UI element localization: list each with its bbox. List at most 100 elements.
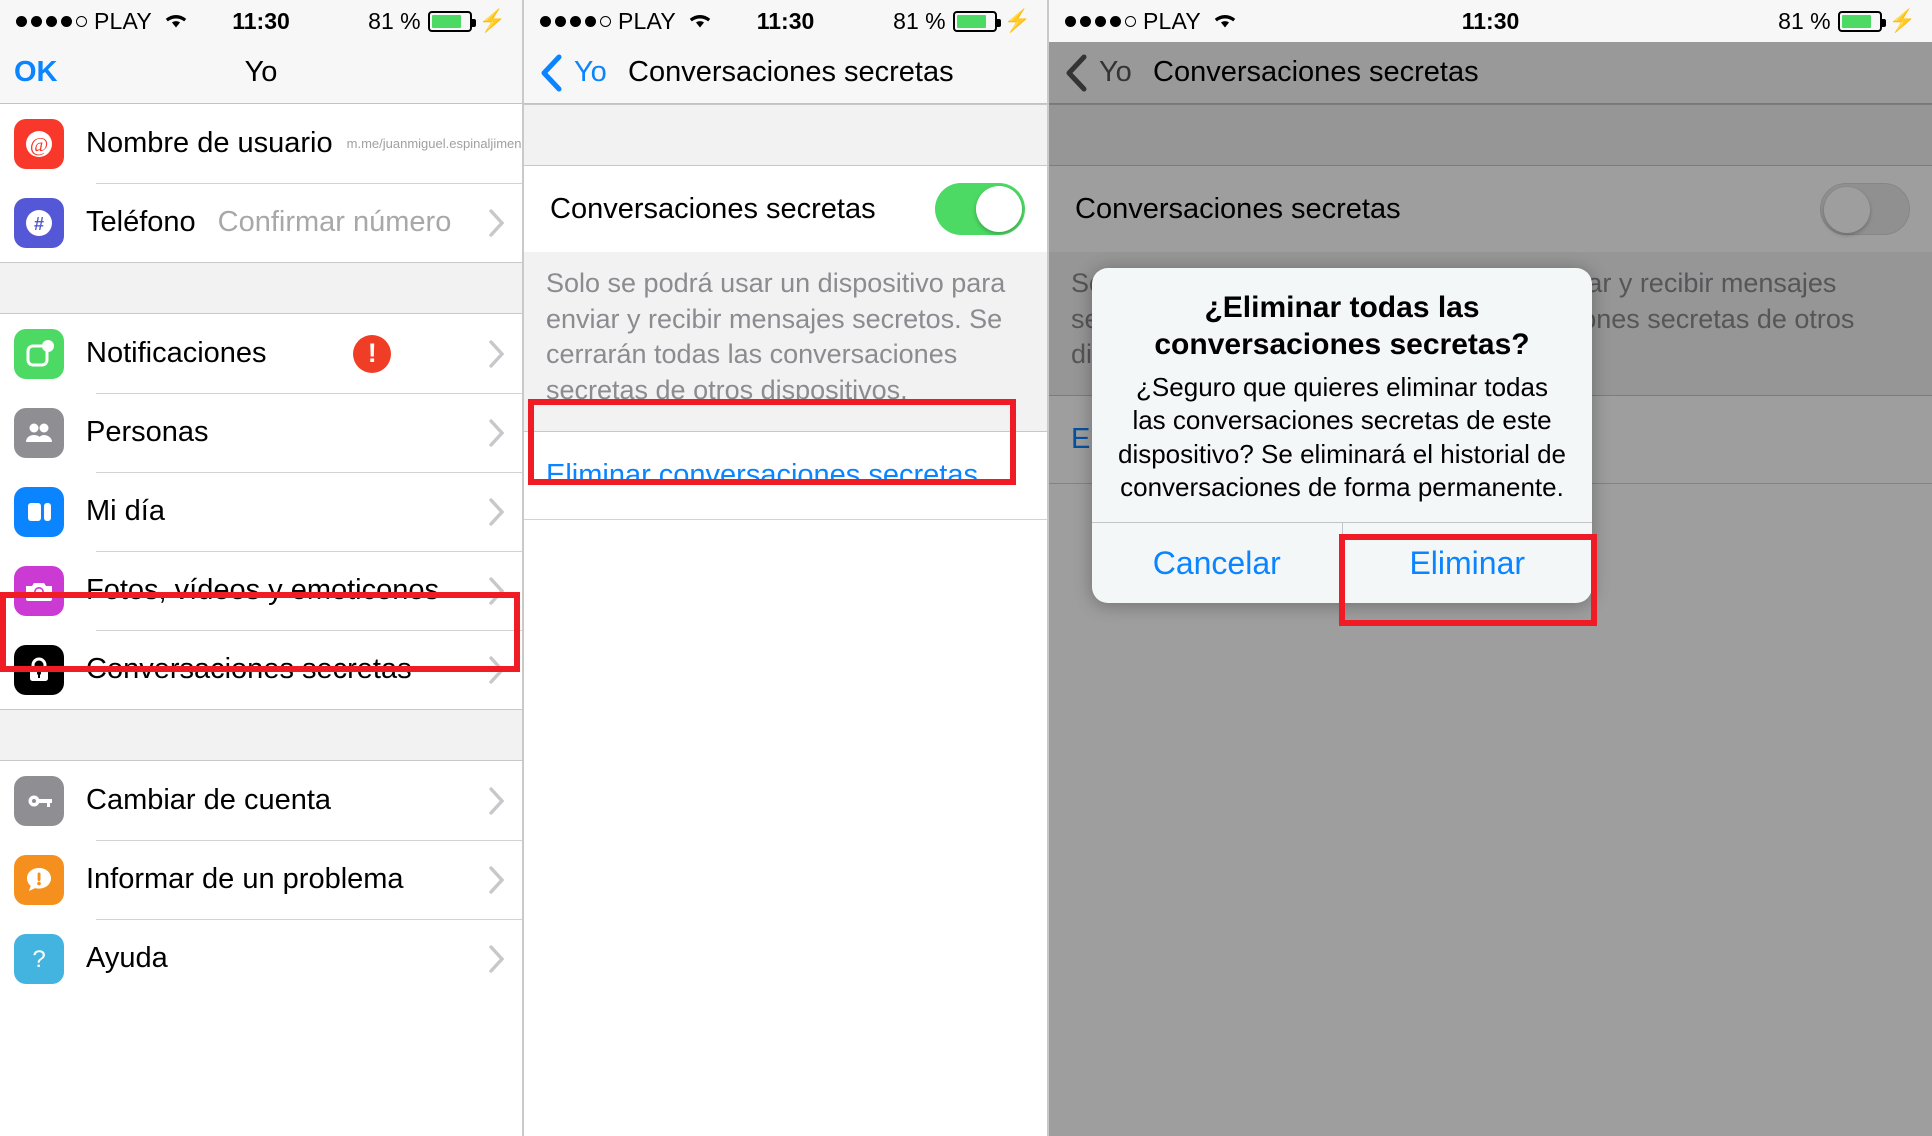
chevron-right-icon xyxy=(488,865,506,895)
wifi-icon xyxy=(687,8,713,35)
status-bar: PLAY 11:30 81 % ⚡ xyxy=(1049,0,1932,42)
confirm-delete-button[interactable]: Eliminar xyxy=(1341,523,1593,604)
carrier-label: PLAY xyxy=(1143,7,1201,34)
navigation-bar: OK Yo xyxy=(0,42,522,104)
my-day-icon xyxy=(14,486,64,537)
battery-percent-label: 81 % xyxy=(1778,7,1831,34)
signal-strength-icon xyxy=(540,15,611,27)
row-toggle-conversaciones-secretas[interactable]: Conversaciones secretas xyxy=(524,166,1047,252)
status-bar: PLAY 11:30 81 % ⚡ xyxy=(0,0,522,42)
row-label: Notificaciones xyxy=(86,337,267,369)
camera-icon xyxy=(14,565,64,616)
cancel-button[interactable]: Cancelar xyxy=(1092,523,1342,603)
battery-icon xyxy=(952,10,1001,32)
row-cambiar-de-cuenta[interactable]: Cambiar de cuenta xyxy=(0,761,522,840)
phone-value: Confirmar número xyxy=(217,206,452,238)
dialog-title: ¿Eliminar todas las conversaciones secre… xyxy=(1154,291,1530,361)
help-icon: ? xyxy=(14,933,64,984)
ok-button[interactable]: OK xyxy=(14,56,58,89)
carrier-label: PLAY xyxy=(94,7,152,34)
chevron-right-icon xyxy=(488,339,506,369)
row-telefono[interactable]: # Teléfono Confirmar número xyxy=(0,183,522,262)
wifi-icon xyxy=(1212,8,1238,35)
row-label: Conversaciones secretas xyxy=(550,192,876,225)
chevron-right-icon xyxy=(488,418,506,448)
svg-text:?: ? xyxy=(32,946,45,973)
row-informar-de-un-problema[interactable]: Informar de un problema xyxy=(0,840,522,919)
signal-strength-icon xyxy=(16,15,87,27)
chevron-right-icon xyxy=(488,208,506,238)
chevron-right-icon xyxy=(488,786,506,816)
at-sign-icon: @ xyxy=(14,118,64,169)
hash-icon: # xyxy=(14,197,64,248)
row-fotos-videos-emoticonos[interactable]: Fotos, vídeos y emoticonos xyxy=(0,551,522,630)
row-conversaciones-secretas[interactable]: Conversaciones secretas xyxy=(0,630,522,709)
status-bar-right: 81 % ⚡ xyxy=(368,8,506,35)
signal-strength-icon xyxy=(1065,15,1136,27)
battery-icon xyxy=(1837,10,1886,32)
navigation-bar: Yo Conversaciones secretas xyxy=(524,42,1047,104)
page-title: Yo xyxy=(244,56,278,88)
back-button-label[interactable]: Yo xyxy=(574,56,607,89)
three-panel-screenshot: PLAY 11:30 81 % ⚡ OK Yo @ Nombre de usua… xyxy=(0,0,1932,1136)
row-label: Personas xyxy=(86,416,209,448)
svg-text:#: # xyxy=(34,214,44,234)
chevron-right-icon xyxy=(488,576,506,606)
row-label: Conversaciones secretas xyxy=(86,653,412,685)
row-label: Nombre de usuario xyxy=(86,127,333,159)
row-mi-dia[interactable]: Mi día xyxy=(0,472,522,551)
nav-left-group: OK xyxy=(14,56,58,89)
username-value: m.me/juanmiguel.espinaljimenez xyxy=(346,136,522,151)
dialog-message: ¿Seguro que quieres eliminar todas las c… xyxy=(1117,372,1566,502)
section-gap xyxy=(524,104,1047,166)
section-gap xyxy=(0,709,522,761)
status-bar-right: 81 % ⚡ xyxy=(1778,8,1916,35)
key-icon xyxy=(14,775,64,826)
row-label: Cambiar de cuenta xyxy=(86,784,332,816)
secret-conversations-toggle[interactable] xyxy=(935,183,1025,235)
row-label: Mi día xyxy=(86,495,165,527)
lightning-bolt-icon: ⚡ xyxy=(1003,8,1031,33)
status-bar-left: PLAY xyxy=(1065,8,1238,35)
row-label: Ayuda xyxy=(86,942,168,974)
row-label: Informar de un problema xyxy=(86,863,404,895)
chevron-right-icon xyxy=(488,944,506,974)
battery-percent-label: 81 % xyxy=(368,7,421,34)
dialog-body: ¿Eliminar todas las conversaciones secre… xyxy=(1092,268,1592,522)
footnote-text: Solo se podrá usar un dispositivo para e… xyxy=(524,252,1047,432)
lightning-bolt-icon: ⚡ xyxy=(1888,8,1916,33)
battery-icon xyxy=(427,10,476,32)
lightning-bolt-icon: ⚡ xyxy=(478,8,506,33)
row-ayuda[interactable]: ? Ayuda xyxy=(0,919,522,998)
chevron-right-icon xyxy=(488,497,506,527)
row-label: Fotos, vídeos y emoticonos xyxy=(86,574,439,606)
toggle-knob xyxy=(976,186,1022,232)
carrier-label: PLAY xyxy=(618,7,676,34)
status-bar: PLAY 11:30 81 % ⚡ xyxy=(524,0,1047,42)
status-bar-right: 81 % ⚡ xyxy=(893,8,1031,35)
panel-settings-yo: PLAY 11:30 81 % ⚡ OK Yo @ Nombre de usua… xyxy=(0,0,522,1136)
lock-icon xyxy=(14,644,64,695)
delete-secret-conversations-link[interactable]: Eliminar conversaciones secretas xyxy=(524,431,1047,520)
row-notificaciones[interactable]: Notificaciones ! xyxy=(0,314,522,393)
row-personas[interactable]: Personas xyxy=(0,393,522,472)
svg-text:@: @ xyxy=(30,134,48,156)
panel-conversaciones-secretas: PLAY 11:30 81 % ⚡ Yo Conversaciones secr… xyxy=(522,0,1047,1136)
row-label: Teléfono xyxy=(86,206,196,238)
nav-left-group[interactable]: Yo xyxy=(538,53,607,93)
status-bar-left: PLAY xyxy=(16,8,189,35)
wifi-icon xyxy=(163,8,189,35)
delete-confirmation-dialog: ¿Eliminar todas las conversaciones secre… xyxy=(1092,268,1593,604)
chevron-left-icon[interactable] xyxy=(538,53,564,93)
dialog-actions: Cancelar Eliminar xyxy=(1092,522,1593,604)
report-problem-icon xyxy=(14,854,64,905)
notifications-icon xyxy=(14,328,64,379)
chevron-right-icon xyxy=(488,655,506,685)
status-badge: ! xyxy=(353,334,392,373)
battery-percent-label: 81 % xyxy=(893,7,946,34)
people-icon xyxy=(14,407,64,458)
status-bar-left: PLAY xyxy=(540,8,713,35)
panel-delete-confirmation: PLAY 11:30 81 % ⚡ Yo Conversaciones secr… xyxy=(1047,0,1932,1136)
row-nombre-de-usuario[interactable]: @ Nombre de usuario m.me/juanmiguel.espi… xyxy=(0,104,522,183)
section-gap xyxy=(0,262,522,314)
